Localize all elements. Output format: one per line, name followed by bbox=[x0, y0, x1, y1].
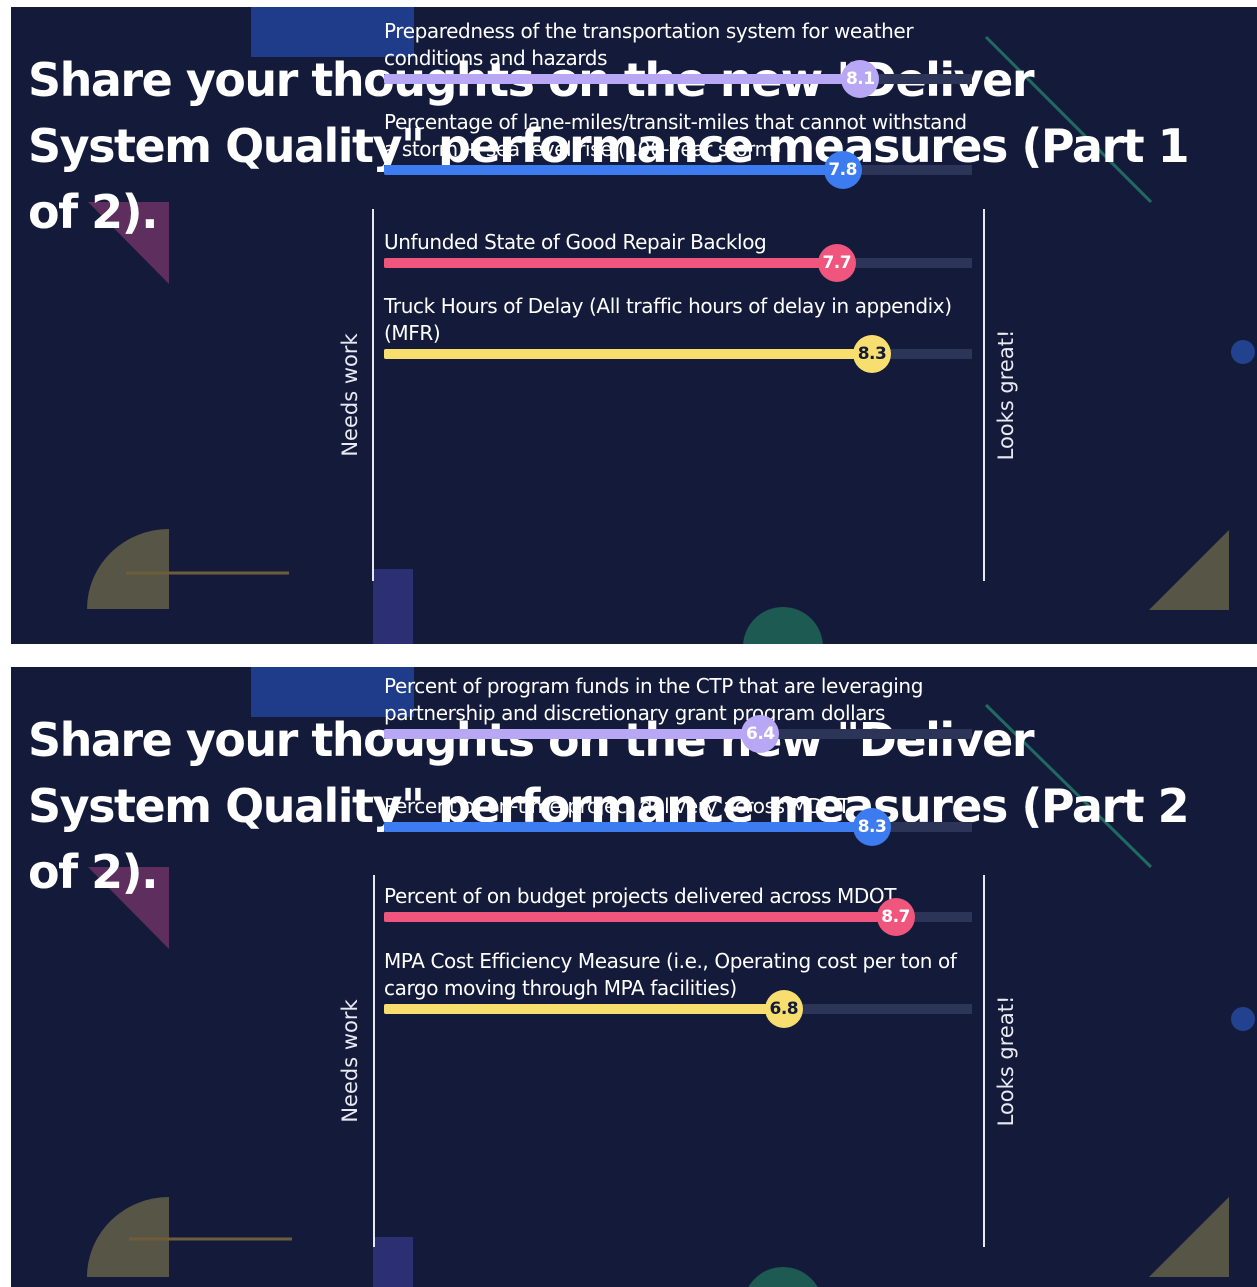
rating-bar bbox=[384, 1004, 784, 1014]
rating-bar bbox=[384, 74, 861, 84]
rating-bar bbox=[384, 349, 873, 359]
measure-label: Unfunded State of Good Repair Backlog bbox=[384, 230, 767, 254]
rating-bar bbox=[384, 165, 843, 175]
measure-label: MPA Cost Efficiency Measure (i.e., Opera… bbox=[384, 949, 957, 1000]
distribution-area bbox=[384, 1070, 972, 1150]
looks-great-label: Looks great! bbox=[994, 995, 1018, 1127]
slide-part-1: Share your thoughts on the new "Deliver … bbox=[11, 7, 1257, 644]
right-axis-line bbox=[983, 875, 985, 1247]
looks-great-label: Looks great! bbox=[994, 329, 1018, 461]
needs-work-label: Needs work bbox=[338, 999, 362, 1123]
rating-value-badge: 8.3 bbox=[853, 808, 892, 846]
rating-bar bbox=[384, 258, 837, 268]
rating-value-badge: 7.7 bbox=[817, 244, 856, 282]
rating-row: Truck Hours of Delay (All traffic hours … bbox=[384, 294, 972, 574]
needs-work-label: Needs work bbox=[338, 333, 362, 457]
slide-part-2: Share your thoughts on the new "Deliver … bbox=[11, 667, 1257, 1287]
rating-bar bbox=[384, 729, 761, 739]
left-axis-line bbox=[372, 209, 374, 581]
rating-row: Percent of on budget projects delivered … bbox=[384, 884, 972, 1150]
rating-bar bbox=[384, 822, 873, 832]
left-axis-line bbox=[373, 875, 375, 1247]
measure-label: Percent of program funds in the CTP that… bbox=[384, 674, 923, 725]
distribution-area bbox=[384, 494, 972, 574]
rating-value-badge: 8.1 bbox=[841, 60, 880, 98]
rating-value-badge: 7.8 bbox=[823, 151, 862, 189]
measure-label: Preparedness of the transportation syste… bbox=[384, 19, 914, 70]
rating-value-badge: 6.8 bbox=[764, 990, 803, 1028]
distribution-area bbox=[384, 1160, 972, 1240]
measure-label: Percentage of lane-miles/transit-miles t… bbox=[384, 110, 967, 161]
rating-bar bbox=[384, 912, 896, 922]
rating-row: MPA Cost Efficiency Measure (i.e., Opera… bbox=[384, 949, 972, 1240]
distribution-area bbox=[384, 407, 972, 487]
right-axis-line bbox=[983, 209, 985, 581]
rating-row: Unfunded State of Good Repair Backlog 7.7 bbox=[384, 230, 972, 487]
rating-value-badge: 8.7 bbox=[876, 898, 915, 936]
rating-value-badge: 8.3 bbox=[853, 335, 892, 373]
